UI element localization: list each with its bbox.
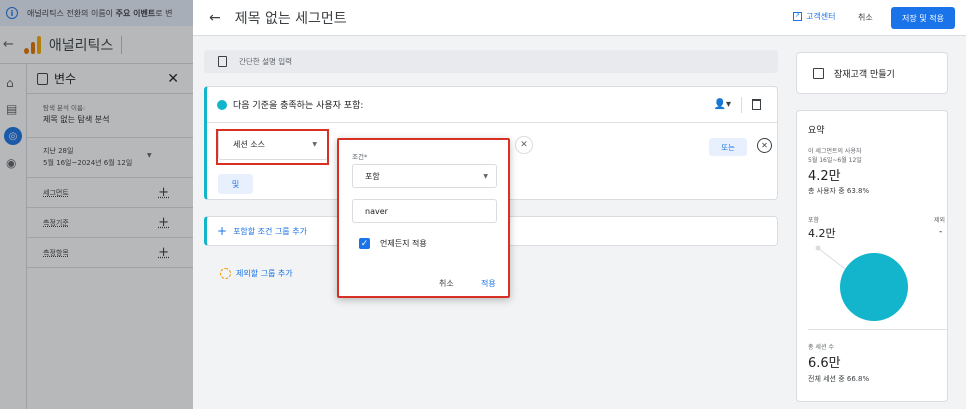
builder-topbar: ← 제목 없는 세그먼트 xyxy=(193,0,966,36)
sessions-caption: 총 세션 수 xyxy=(808,344,834,351)
condition-group-header: 다음 기준을 충족하는 사용자 포함: 👤▾ xyxy=(207,87,777,123)
description-placeholder: 간단한 설명 입력 xyxy=(239,57,293,66)
add-group-label: 포함할 조건 그룹 추가 xyxy=(233,226,307,236)
users-caption: 이 세그먼트의 사용자 xyxy=(808,148,862,155)
plus-icon: + xyxy=(217,224,228,238)
users-share: 총 사용자 중 63.8% xyxy=(808,187,870,195)
delete-icon[interactable] xyxy=(752,99,761,110)
exclude-value: - xyxy=(939,227,943,237)
operator-select[interactable]: 포함 ▼ xyxy=(352,164,497,188)
summary-card: 요약 이 세그먼트의 사용자 5월 16일~6월 12일 4.2만 총 사용자 … xyxy=(796,110,948,402)
dimension-highlight-box xyxy=(216,129,329,165)
pie-slice xyxy=(840,253,908,321)
include-label: 포함 xyxy=(808,217,820,224)
exclude-ring-icon xyxy=(220,268,231,279)
segment-title[interactable]: 제목 없는 세그먼트 xyxy=(235,8,347,28)
operator-value: 포함 xyxy=(365,171,380,181)
description-icon xyxy=(218,56,227,67)
pie-leader-line xyxy=(817,247,846,270)
open-external-icon: ↗ xyxy=(793,12,802,21)
header-divider xyxy=(741,96,742,113)
group-color-dot xyxy=(217,99,227,110)
checkmark-icon: ✓ xyxy=(359,238,370,249)
users-date: 5월 16일~6월 12일 xyxy=(808,157,862,164)
create-audience-checkbox[interactable]: 잠재고객 만들기 xyxy=(796,52,948,94)
remove-filter-icon[interactable]: ✕ xyxy=(515,136,533,154)
value-text: naver xyxy=(365,206,388,216)
checkbox-icon xyxy=(813,67,824,79)
condition-popover: 조건* 포함 ▼ naver ✓ 언제든지 적용 취소 적용 xyxy=(337,138,510,298)
or-button[interactable]: 또는 xyxy=(709,138,747,156)
back-arrow-icon[interactable]: ← xyxy=(209,10,221,26)
modal-scrim[interactable] xyxy=(0,0,193,409)
and-button[interactable]: 및 xyxy=(218,174,253,194)
sessions-value: 6.6만 xyxy=(808,356,841,371)
cancel-button[interactable]: 취소 xyxy=(858,12,873,23)
apply-anytime-checkbox[interactable]: ✓ 언제든지 적용 xyxy=(359,238,427,249)
pie-leader-dot xyxy=(815,245,821,251)
save-apply-button[interactable]: 저장 및 적용 xyxy=(891,7,955,29)
chevron-down-icon: ▼ xyxy=(483,172,488,180)
background-app: i 애널리틱스 전환의 이름이 주요 이벤트 로 변 ← 애널리틱스 ⌂ ▤ ◎ … xyxy=(0,0,193,409)
audience-label: 잠재고객 만들기 xyxy=(834,69,895,80)
include-pie xyxy=(815,245,908,321)
users-value: 4.2만 xyxy=(808,169,841,184)
value-input[interactable]: naver xyxy=(352,199,497,223)
help-center-link[interactable]: ↗ 고객센터 xyxy=(793,11,835,22)
sessions-share: 전체 세션 중 66.8% xyxy=(808,375,870,383)
apply-anytime-label: 언제든지 적용 xyxy=(380,239,427,248)
add-exclude-label: 제외할 그룹 추가 xyxy=(236,269,293,278)
segment-builder: ← 제목 없는 세그먼트 ↗ 고객센터 취소 저장 및 적용 간단한 설명 입력… xyxy=(193,0,966,409)
popover-cancel-button[interactable]: 취소 xyxy=(439,278,454,289)
user-scope-icon[interactable]: 👤▾ xyxy=(714,99,731,110)
condition-label: 조건* xyxy=(352,153,368,161)
add-exclude-group-button[interactable]: 제외할 그룹 추가 xyxy=(220,268,293,279)
remove-condition-icon[interactable]: ✕ xyxy=(757,138,772,153)
summary-divider xyxy=(808,329,948,330)
help-label: 고객센터 xyxy=(806,12,836,21)
exclude-label: 제외 xyxy=(934,217,946,224)
summary-title: 요약 xyxy=(808,126,825,136)
description-input[interactable]: 간단한 설명 입력 xyxy=(204,50,778,73)
popover-apply-button[interactable]: 적용 xyxy=(481,278,496,289)
condition-group-label: 다음 기준을 충족하는 사용자 포함: xyxy=(233,101,364,111)
